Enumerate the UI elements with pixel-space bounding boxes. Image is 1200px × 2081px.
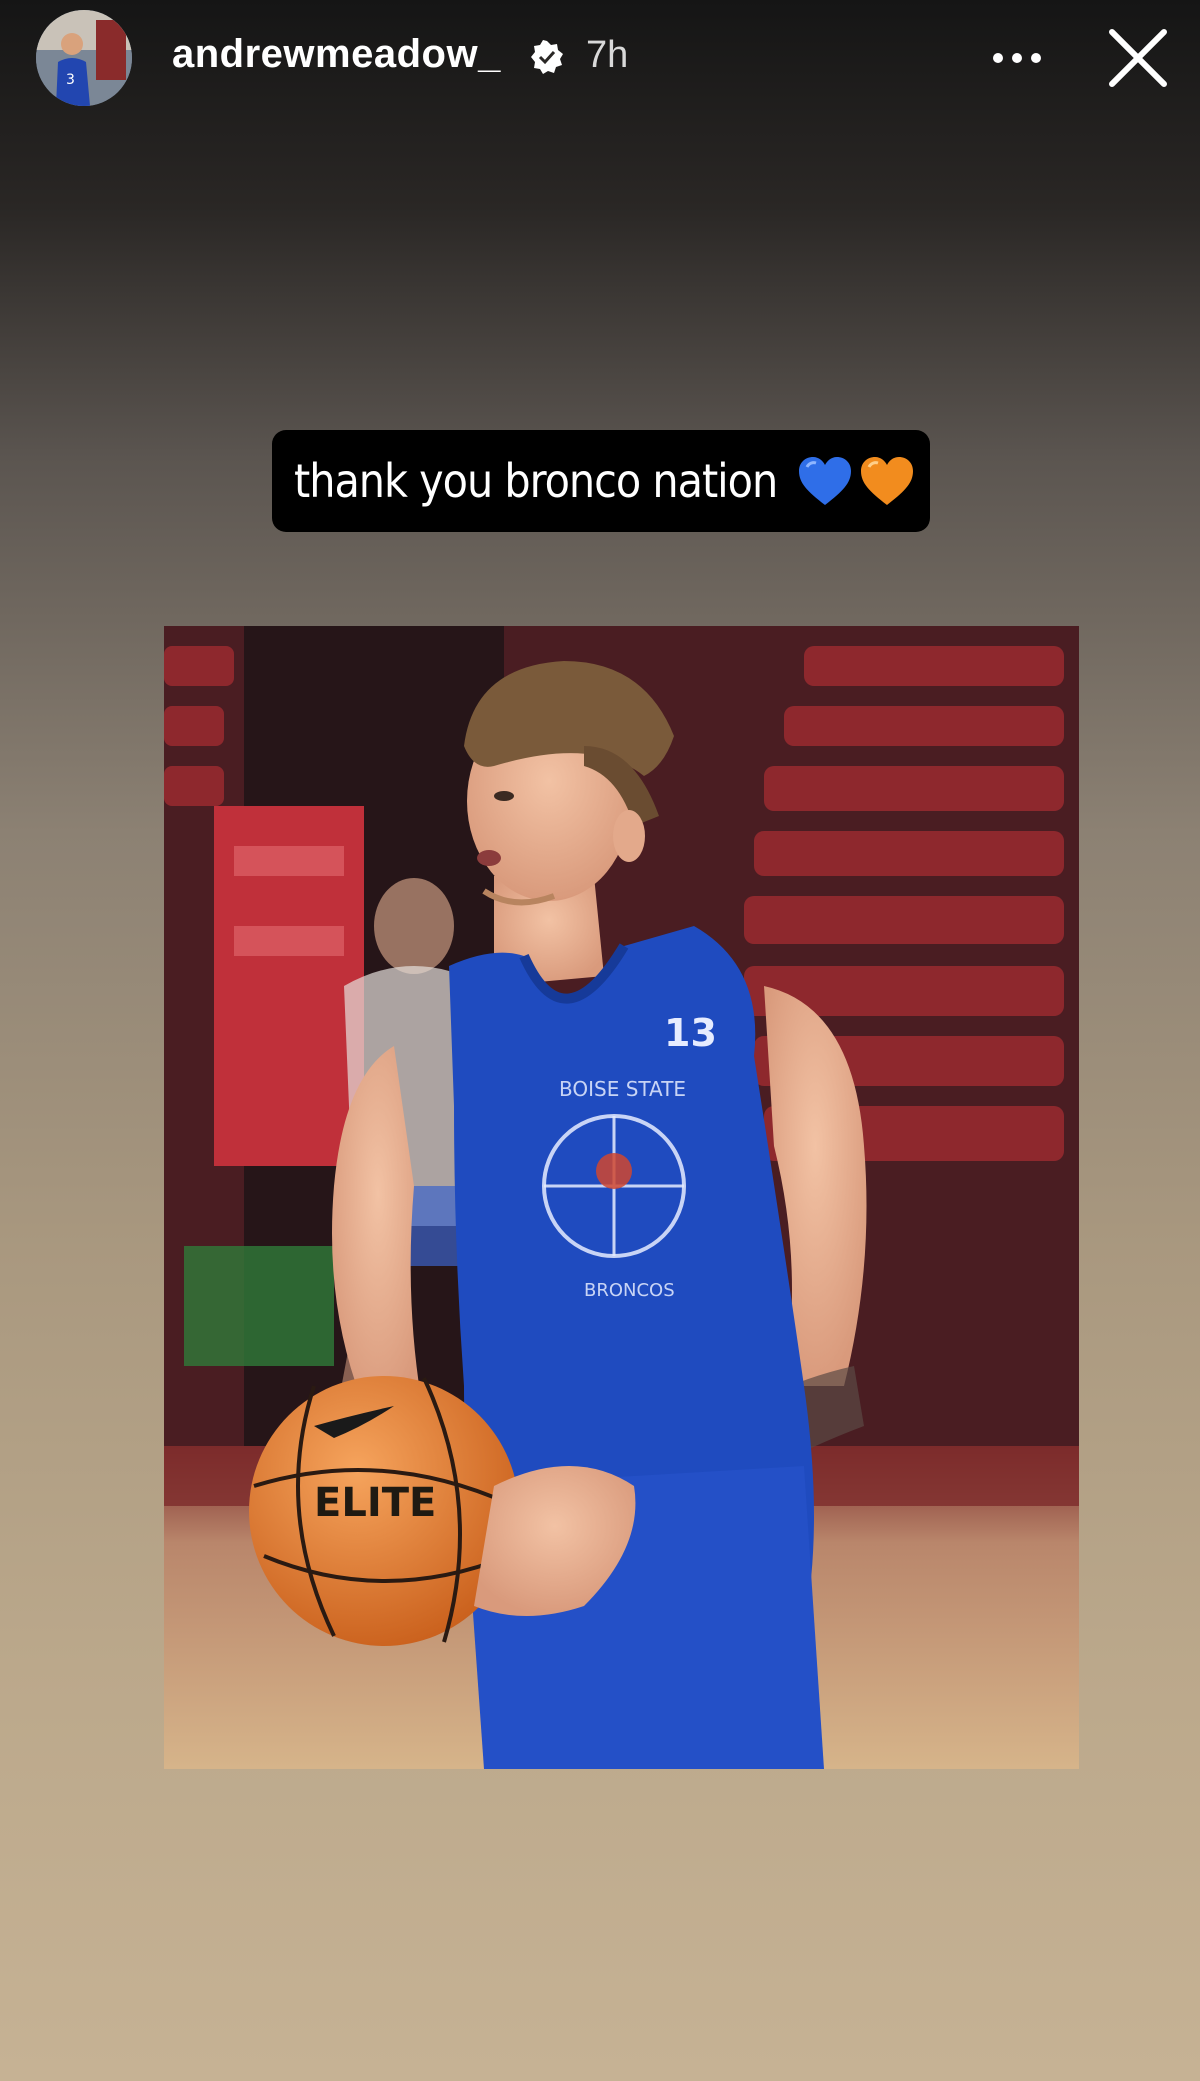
post-timestamp: 7h xyxy=(586,34,629,76)
ball-brand-text: ELITE xyxy=(314,1480,436,1526)
jersey-text-bottom: BRONCOS xyxy=(584,1280,675,1301)
svg-text:3: 3 xyxy=(66,72,75,88)
caption-text: thank you bronco nation xyxy=(294,454,778,508)
orange-heart-icon xyxy=(859,455,915,507)
story-viewer[interactable]: 3 andrewmeadow_ 7h thank you bronco nati… xyxy=(0,0,1200,2081)
basketball-player-photo: BOISE STATE BRONCOS 13 ELITE xyxy=(164,626,1079,1769)
story-caption: thank you bronco nation xyxy=(272,430,930,532)
verified-badge-icon xyxy=(530,40,564,74)
jersey-number: 13 xyxy=(664,1011,717,1055)
username[interactable]: andrewmeadow_ xyxy=(172,32,501,77)
close-button[interactable] xyxy=(1106,26,1170,90)
story-header: 3 andrewmeadow_ 7h xyxy=(0,0,1200,120)
avatar[interactable]: 3 xyxy=(36,10,132,106)
more-horizontal-icon xyxy=(993,53,1041,63)
blue-heart-icon xyxy=(797,455,853,507)
jersey-text-top: BOISE STATE xyxy=(559,1077,686,1101)
story-photo: BOISE STATE BRONCOS 13 ELITE xyxy=(164,626,1079,1769)
more-options-button[interactable] xyxy=(988,36,1046,80)
close-icon xyxy=(1109,29,1167,87)
